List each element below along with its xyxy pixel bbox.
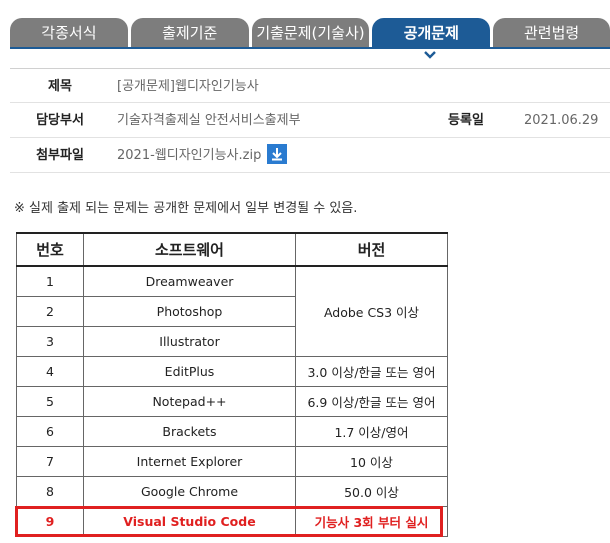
notice-text: ※ 실제 출제 되는 문제는 공개한 문제에서 일부 변경될 수 있음.	[14, 201, 358, 216]
tab-public-questions[interactable]: 공개문제	[372, 18, 491, 47]
row-software: Photoshop	[83, 295, 296, 327]
table-row-highlighted: 9 Visual Studio Code 기능사 3회 부터 실시	[16, 505, 448, 537]
tab-past-exams[interactable]: 기출문제(기술사)	[251, 18, 370, 47]
row-software: Visual Studio Code	[83, 505, 296, 537]
row-software: Dreamweaver	[83, 265, 296, 297]
title-value: [공개문제]웹디자인기능사	[117, 79, 259, 94]
header-no: 번호	[16, 232, 84, 267]
attachment-label: 첨부파일	[36, 148, 84, 163]
info-row-dept: 담당부서 기술자격출제실 안전서비스출제부 등록일 2021.06.29	[10, 103, 610, 138]
attachment-file-link[interactable]: 2021-웹디자인기능사.zip	[117, 148, 261, 163]
table-row: 8 Google Chrome 50.0 이상	[16, 475, 448, 507]
row-software: Notepad++	[83, 385, 296, 417]
row-version: 50.0 이상	[295, 475, 448, 507]
tab-criteria[interactable]: 출제기준	[130, 18, 249, 47]
row-no: 9	[16, 505, 84, 537]
info-row-title: 제목 [공개문제]웹디자인기능사	[10, 68, 610, 103]
header-software: 소프트웨어	[83, 232, 296, 267]
row-no: 1	[16, 265, 84, 297]
post-info: 제목 [공개문제]웹디자인기능사 담당부서 기술자격출제실 안전서비스출제부 등…	[10, 68, 610, 173]
row-no: 2	[16, 295, 84, 327]
dept-label: 담당부서	[36, 113, 84, 128]
row-no: 8	[16, 475, 84, 507]
table-row: 4 EditPlus 3.0 이상/한글 또는 영어	[16, 355, 448, 387]
tab-bar: 각종서식 출제기준 기출문제(기술사) 공개문제 관련법령	[10, 18, 610, 47]
tab-underline	[10, 47, 610, 49]
table-row: 1 Dreamweaver Adobe CS3 이상	[16, 265, 448, 357]
row-version: 6.9 이상/한글 또는 영어	[295, 385, 448, 417]
download-icon[interactable]	[267, 143, 288, 164]
row-version: 기능사 3회 부터 실시	[295, 505, 448, 537]
header-version: 버전	[295, 232, 448, 267]
row-version: 3.0 이상/한글 또는 영어	[295, 355, 448, 387]
row-no: 7	[16, 445, 84, 477]
table-row: 5 Notepad++ 6.9 이상/한글 또는 영어	[16, 385, 448, 417]
chevron-down-icon	[424, 51, 436, 59]
row-no: 3	[16, 325, 84, 357]
row-version: 10 이상	[295, 445, 448, 477]
info-row-attachment: 첨부파일 2021-웹디자인기능사.zip	[10, 138, 610, 173]
row-software: Illustrator	[83, 325, 296, 357]
tab-related-laws[interactable]: 관련법령	[493, 18, 610, 47]
row-no: 6	[16, 415, 84, 447]
row-version: 1.7 이상/영어	[295, 415, 448, 447]
row-software: Brackets	[83, 415, 296, 447]
row-no: 5	[16, 385, 84, 417]
software-table: 번호 소프트웨어 버전 1 Dreamweaver Adobe CS3 이상 2…	[16, 232, 448, 537]
title-label: 제목	[48, 79, 72, 94]
table-row: 7 Internet Explorer 10 이상	[16, 445, 448, 477]
row-software: Internet Explorer	[83, 445, 296, 477]
row-software: Google Chrome	[83, 475, 296, 507]
date-value: 2021.06.29	[524, 113, 599, 128]
attachment-value: 2021-웹디자인기능사.zip	[117, 138, 288, 173]
dept-value: 기술자격출제실 안전서비스출제부	[117, 113, 301, 128]
table-header-row: 번호 소프트웨어 버전	[16, 232, 448, 267]
row-software: EditPlus	[83, 355, 296, 387]
row-no: 4	[16, 355, 84, 387]
table-row: 6 Brackets 1.7 이상/영어	[16, 415, 448, 447]
date-label: 등록일	[448, 113, 484, 128]
row-version-merged: Adobe CS3 이상	[295, 265, 448, 357]
tab-forms[interactable]: 각종서식	[10, 18, 128, 47]
